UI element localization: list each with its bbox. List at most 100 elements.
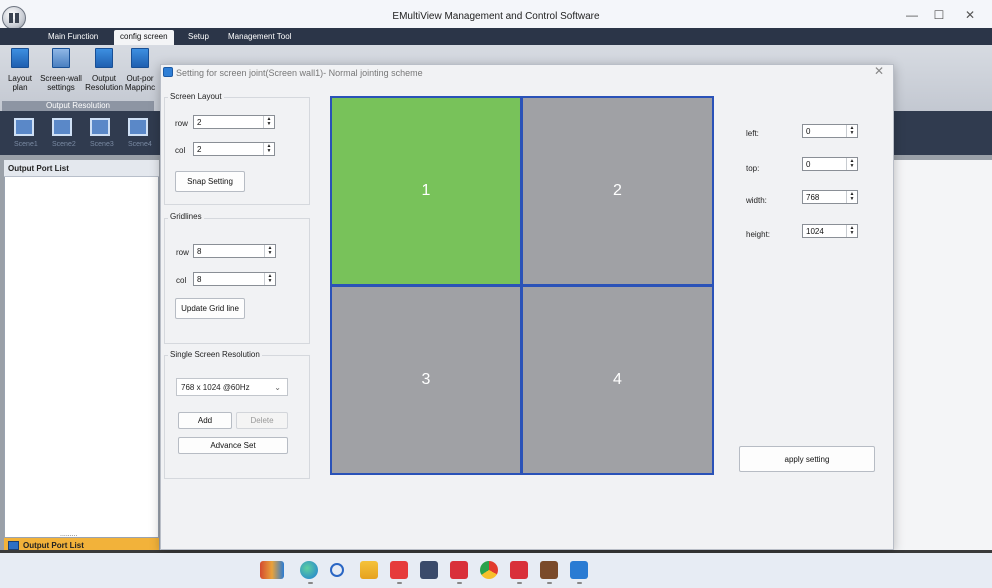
top-input[interactable] bbox=[803, 158, 846, 170]
width-label: width: bbox=[746, 196, 767, 205]
left-input[interactable] bbox=[803, 125, 846, 137]
running-indicator bbox=[308, 582, 313, 584]
scene2-icon[interactable] bbox=[52, 118, 72, 136]
layout-plan-label-1: Layout bbox=[7, 74, 33, 83]
emultiview-icon[interactable] bbox=[570, 561, 588, 579]
tab-config-screen[interactable]: config screen bbox=[114, 30, 174, 45]
screen-cell-1[interactable]: 1 bbox=[330, 96, 522, 286]
top-label: top: bbox=[746, 164, 760, 173]
search-icon[interactable] bbox=[330, 563, 344, 577]
resolution-select[interactable]: 768 x 1024 @60Hz ⌄ bbox=[176, 378, 288, 396]
spinner-arrows-icon[interactable]: ▲ ▼ bbox=[264, 273, 275, 285]
height-label: height: bbox=[746, 230, 771, 239]
running-indicator bbox=[457, 582, 462, 584]
app-title: EMultiView Management and Control Softwa… bbox=[392, 11, 600, 22]
running-indicator bbox=[397, 582, 402, 584]
spinner-arrows-icon[interactable]: ▲ ▼ bbox=[263, 116, 274, 128]
grid-row-input[interactable] bbox=[194, 245, 264, 257]
dialog-app-icon bbox=[163, 67, 173, 77]
resolution-title: Single Screen Resolution bbox=[168, 350, 262, 359]
layout-col-spinner[interactable]: ▲▼ bbox=[193, 142, 275, 156]
output-mapping-label-2: Mappinc bbox=[124, 83, 156, 92]
screen-wall-icon bbox=[52, 48, 70, 68]
output-port-list-tab-label: Output Port List bbox=[23, 540, 84, 550]
wps-icon[interactable] bbox=[510, 561, 528, 579]
calendar-app-icon[interactable] bbox=[390, 561, 408, 579]
update-grid-line-button[interactable]: Update Grid line bbox=[175, 298, 245, 319]
workspace-background bbox=[890, 160, 992, 550]
scene4-label: Scene4 bbox=[128, 141, 152, 148]
scene1-icon[interactable] bbox=[14, 118, 34, 136]
height-spinner[interactable]: ▲▼ bbox=[802, 224, 858, 238]
scene3-icon[interactable] bbox=[90, 118, 110, 136]
scene4-icon[interactable] bbox=[128, 118, 148, 136]
tab-setup[interactable]: Setup bbox=[182, 30, 215, 43]
grid-col-label: col bbox=[176, 276, 187, 285]
photos-icon[interactable] bbox=[540, 561, 558, 579]
layout-row-spinner[interactable]: ▲▼ bbox=[193, 115, 275, 129]
grid-col-spinner[interactable]: ▲▼ bbox=[193, 272, 276, 286]
spinner-arrows-icon[interactable]: ▲ ▼ bbox=[846, 158, 857, 170]
file-explorer-icon[interactable] bbox=[360, 561, 378, 579]
running-indicator bbox=[577, 582, 582, 584]
output-port-list[interactable] bbox=[4, 160, 159, 538]
spinner-arrows-icon[interactable]: ▲ ▼ bbox=[264, 245, 275, 257]
output-resolution-button[interactable]: Output Resolution bbox=[84, 48, 124, 98]
calculator-icon[interactable] bbox=[420, 561, 438, 579]
layout-row-input[interactable] bbox=[194, 116, 263, 128]
running-indicator bbox=[517, 582, 522, 584]
library-icon[interactable] bbox=[260, 561, 284, 579]
output-port-list-header: Output Port List bbox=[4, 160, 159, 177]
scene1-label: Scene1 bbox=[14, 141, 38, 148]
screen-wall-settings-button[interactable]: Screen-wall settings bbox=[38, 48, 84, 98]
layout-plan-button[interactable]: Layout plan bbox=[2, 48, 38, 98]
resolution-select-value: 768 x 1024 @60Hz bbox=[181, 382, 250, 392]
delete-resolution-button[interactable]: Delete bbox=[236, 412, 288, 429]
width-input[interactable] bbox=[803, 191, 846, 203]
layout-plan-icon bbox=[11, 48, 29, 68]
left-label: left: bbox=[746, 129, 759, 138]
tab-management-tool[interactable]: Management Tool bbox=[222, 30, 297, 43]
width-spinner[interactable]: ▲▼ bbox=[802, 190, 858, 204]
scene2-label: Scene2 bbox=[52, 141, 76, 148]
spinner-arrows-icon[interactable]: ▲ ▼ bbox=[263, 143, 274, 155]
grid-col-input[interactable] bbox=[194, 273, 264, 285]
screen-cell-4[interactable]: 4 bbox=[521, 285, 714, 475]
dialog-close-button[interactable]: ✕ bbox=[874, 64, 884, 78]
apply-setting-button[interactable]: apply setting bbox=[739, 446, 875, 472]
top-spinner[interactable]: ▲▼ bbox=[802, 157, 858, 171]
chrome-icon[interactable] bbox=[480, 561, 498, 579]
advance-set-button[interactable]: Advance Set bbox=[178, 437, 288, 454]
output-resolution-label-2: Resolution bbox=[85, 83, 123, 92]
add-resolution-button[interactable]: Add bbox=[178, 412, 232, 429]
wps-writer-icon[interactable] bbox=[450, 561, 468, 579]
output-mapping-icon bbox=[131, 48, 149, 68]
scene3-label: Scene3 bbox=[90, 141, 114, 148]
edge-icon[interactable] bbox=[300, 561, 318, 579]
spinner-arrows-icon[interactable]: ▲ ▼ bbox=[846, 225, 857, 237]
screen-cell-2[interactable]: 2 bbox=[521, 96, 714, 286]
resize-grip[interactable]: ......... bbox=[60, 531, 78, 538]
minimize-button[interactable]: — bbox=[897, 6, 927, 24]
monitor-icon bbox=[8, 540, 19, 550]
spinner-arrows-icon[interactable]: ▲ ▼ bbox=[846, 125, 857, 137]
layout-plan-label-2: plan bbox=[12, 83, 28, 92]
screen-wall-label-2: settings bbox=[47, 83, 75, 92]
tab-main-function[interactable]: Main Function bbox=[42, 30, 104, 43]
screen-cell-3[interactable]: 3 bbox=[330, 285, 522, 475]
spinner-arrows-icon[interactable]: ▲ ▼ bbox=[846, 191, 857, 203]
height-input[interactable] bbox=[803, 225, 846, 237]
snap-setting-button[interactable]: Snap Setting bbox=[175, 171, 245, 192]
running-indicator bbox=[547, 582, 552, 584]
output-mapping-button[interactable]: Out-por Mappinc bbox=[123, 48, 157, 98]
layout-row-label: row bbox=[175, 119, 188, 128]
layout-col-input[interactable] bbox=[194, 143, 263, 155]
left-spinner[interactable]: ▲▼ bbox=[802, 124, 858, 138]
grid-row-label: row bbox=[176, 248, 189, 257]
output-mapping-label-1: Out-por bbox=[126, 74, 154, 83]
grid-row-spinner[interactable]: ▲▼ bbox=[193, 244, 276, 258]
output-resolution-label-1: Output bbox=[91, 74, 116, 83]
gridlines-title: Gridlines bbox=[168, 212, 204, 221]
maximize-button[interactable]: ☐ bbox=[924, 6, 954, 24]
close-button[interactable]: ✕ bbox=[955, 6, 985, 24]
